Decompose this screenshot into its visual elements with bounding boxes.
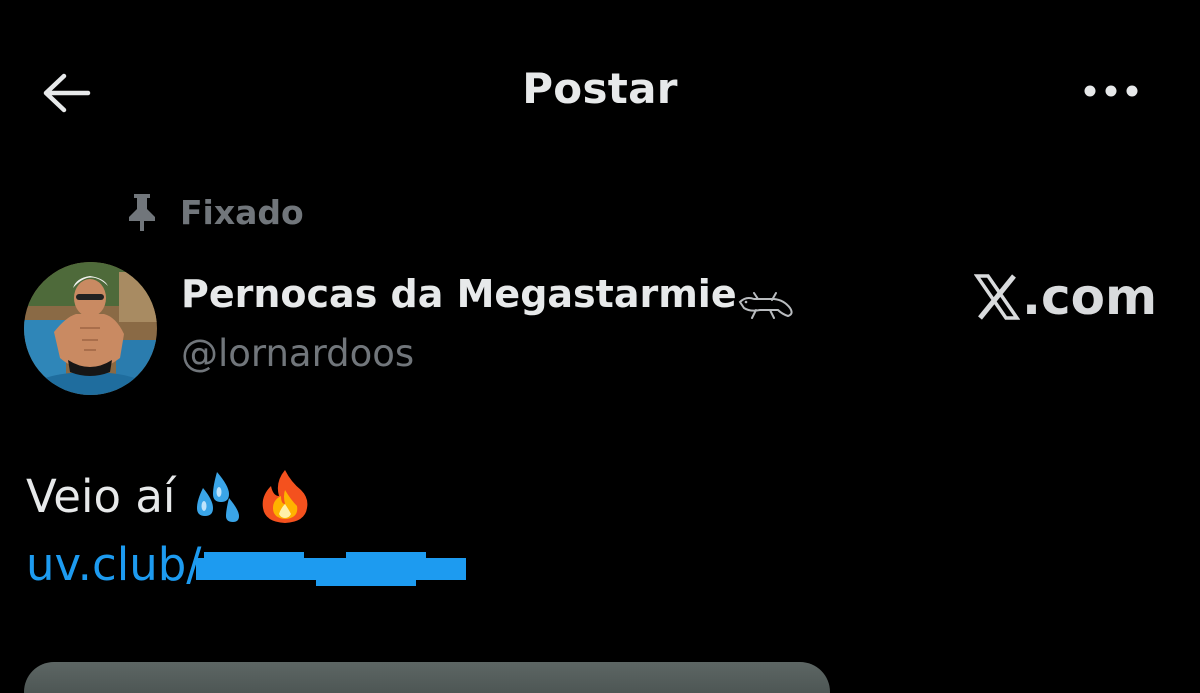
post-text: Veio aí bbox=[26, 468, 311, 524]
more-horizontal-icon bbox=[1084, 85, 1138, 97]
post-text-content: Veio aí bbox=[26, 469, 176, 523]
media-card[interactable] bbox=[24, 662, 830, 693]
pin-icon bbox=[124, 192, 160, 232]
x-watermark: .com bbox=[974, 268, 1157, 326]
more-options-button[interactable] bbox=[1076, 70, 1146, 112]
x-logo-icon bbox=[974, 274, 1020, 320]
post-screen: Postar Fixado Pernocas da Megastarmie @l… bbox=[0, 0, 1200, 693]
watermark-text: .com bbox=[1022, 268, 1158, 326]
author-display-name[interactable]: Pernocas da Megastarmie bbox=[181, 272, 737, 316]
redaction-scribble bbox=[196, 552, 466, 586]
post-link[interactable]: uv.club/ bbox=[26, 538, 201, 591]
pinned-label: Fixado bbox=[180, 192, 304, 232]
page-title: Postar bbox=[522, 64, 678, 113]
fire-emoji bbox=[263, 470, 308, 523]
gecko-icon bbox=[738, 292, 793, 319]
avatar[interactable] bbox=[24, 262, 157, 395]
author-handle[interactable]: @lornardoos bbox=[181, 332, 414, 375]
pinned-indicator: Fixado bbox=[124, 190, 304, 234]
sweat-droplets-emoji bbox=[197, 472, 240, 522]
